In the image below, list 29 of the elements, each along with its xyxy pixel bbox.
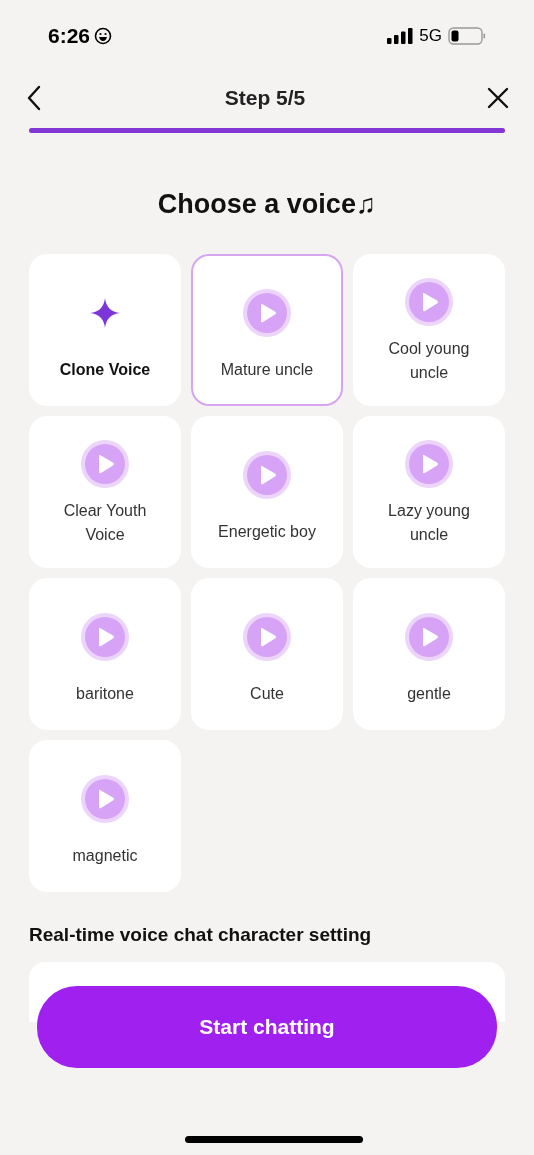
- play-icon: [242, 450, 292, 500]
- step-title: Step 5/5: [224, 85, 306, 112]
- play-icon: [80, 774, 130, 824]
- voice-card[interactable]: magnetic: [29, 740, 181, 892]
- voice-card[interactable]: Cool young uncle: [353, 254, 505, 406]
- section-title: Real-time voice chat character setting: [29, 923, 373, 947]
- voice-card[interactable]: Clear Youth Voice: [29, 416, 181, 568]
- status-time: 6:26: [48, 23, 91, 50]
- smiley-icon: [94, 27, 113, 45]
- voice-card[interactable]: gentle: [353, 578, 505, 730]
- voice-card[interactable]: baritone: [29, 578, 181, 730]
- page-heading: Choose a voice♫: [157, 188, 377, 221]
- play-icon: [242, 288, 292, 338]
- start-chatting-button[interactable]: Start chatting: [37, 986, 497, 1068]
- voice-card[interactable]: Energetic boy: [191, 416, 343, 568]
- voice-card[interactable]: Mature uncle: [191, 254, 343, 406]
- voice-card[interactable]: Cute: [191, 578, 343, 730]
- network-label: 5G: [419, 25, 442, 48]
- play-icon: [404, 277, 454, 327]
- signal-icon: [387, 28, 414, 44]
- play-icon: [80, 439, 130, 489]
- play-icon: [80, 612, 130, 662]
- voice-card[interactable]: Lazy young uncle: [353, 416, 505, 568]
- play-icon: [242, 612, 292, 662]
- play-icon: [404, 439, 454, 489]
- battery-icon: [448, 27, 486, 45]
- close-button[interactable]: [486, 86, 510, 110]
- voice-card[interactable]: Clone Voice: [29, 254, 181, 406]
- play-icon: [404, 612, 454, 662]
